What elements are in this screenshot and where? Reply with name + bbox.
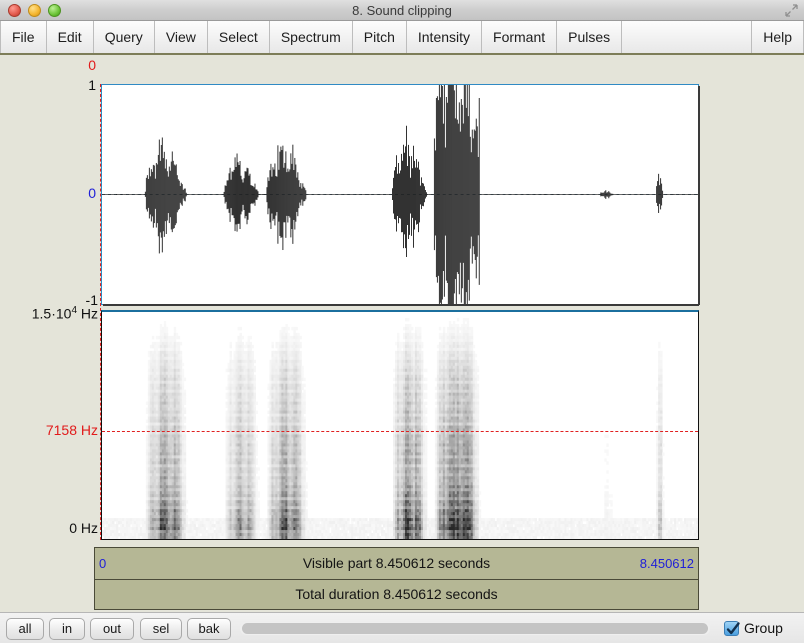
menu-view[interactable]: View (155, 21, 208, 53)
menu-file[interactable]: File (0, 21, 47, 53)
total-duration-label: Total duration 8.450612 seconds (295, 586, 498, 602)
editor-canvas: 0 1 0 -1 1.5·104 Hz 7158 Hz 0 Hz 0 Visib… (0, 57, 804, 612)
group-checkbox-label: Group (744, 620, 783, 636)
visible-part-bar[interactable]: 0 Visible part 8.450612 seconds 8.450612 (94, 547, 699, 580)
waveform-panel[interactable] (101, 84, 700, 306)
menu-help[interactable]: Help (751, 21, 804, 53)
menu-query[interactable]: Query (94, 21, 155, 53)
zoom-out-button[interactable]: out (90, 618, 134, 640)
waveform-panel-shadow-right (698, 86, 700, 305)
waveform-plot (102, 85, 698, 304)
spectrogram-plot (102, 317, 698, 539)
bottom-toolbar: all in out sel bak Group (0, 612, 804, 643)
visible-part-label: Visible part 8.450612 seconds (302, 555, 491, 571)
spectrogram-panel[interactable] (101, 310, 699, 540)
time-cursor-line (100, 84, 101, 540)
zoom-back-button[interactable]: bak (187, 618, 231, 640)
zoom-sel-button[interactable]: sel (140, 618, 182, 640)
menu-select[interactable]: Select (208, 21, 270, 53)
menu-formant[interactable]: Formant (482, 21, 558, 53)
zoom-all-button[interactable]: all (6, 618, 44, 640)
window-titlebar: 8. Sound clipping (0, 0, 804, 21)
menu-edit[interactable]: Edit (47, 21, 94, 53)
waveform-panel-shadow-bottom (103, 304, 699, 306)
horizontal-scrollbar-thumb[interactable] (242, 623, 708, 634)
spectrogram-cursor-freq-label: 7158 Hz (45, 422, 98, 438)
visible-end-label: 8.450612 (639, 556, 694, 571)
waveform-ymax-label: 1 (88, 77, 96, 93)
menubar-spacer (622, 21, 751, 53)
checkmark-icon (726, 622, 740, 635)
menu-pulses[interactable]: Pulses (557, 21, 623, 53)
menu-intensity[interactable]: Intensity (407, 21, 483, 53)
spectrogram-cursor-frequency-line (102, 431, 698, 432)
praat-sound-editor-window: 8. Sound clipping File Edit Query View S… (0, 0, 804, 643)
menu-pitch[interactable]: Pitch (353, 21, 407, 53)
menubar: File Edit Query View Select Spectrum Pit… (0, 21, 804, 55)
total-duration-bar[interactable]: Total duration 8.450612 seconds (94, 580, 699, 610)
resize-icon[interactable] (784, 3, 799, 18)
waveform-cursor-time-label: 0 (88, 57, 96, 73)
zoom-in-button[interactable]: in (49, 618, 85, 640)
menu-spectrum[interactable]: Spectrum (270, 21, 353, 53)
spectrogram-ymax-label: 1.5·104 Hz (31, 305, 98, 322)
waveform-yzero-label: 0 (88, 185, 96, 201)
group-checkbox[interactable] (724, 621, 740, 636)
window-title: 8. Sound clipping (352, 3, 452, 18)
spectrogram-ymin-label: 0 Hz (69, 520, 98, 536)
